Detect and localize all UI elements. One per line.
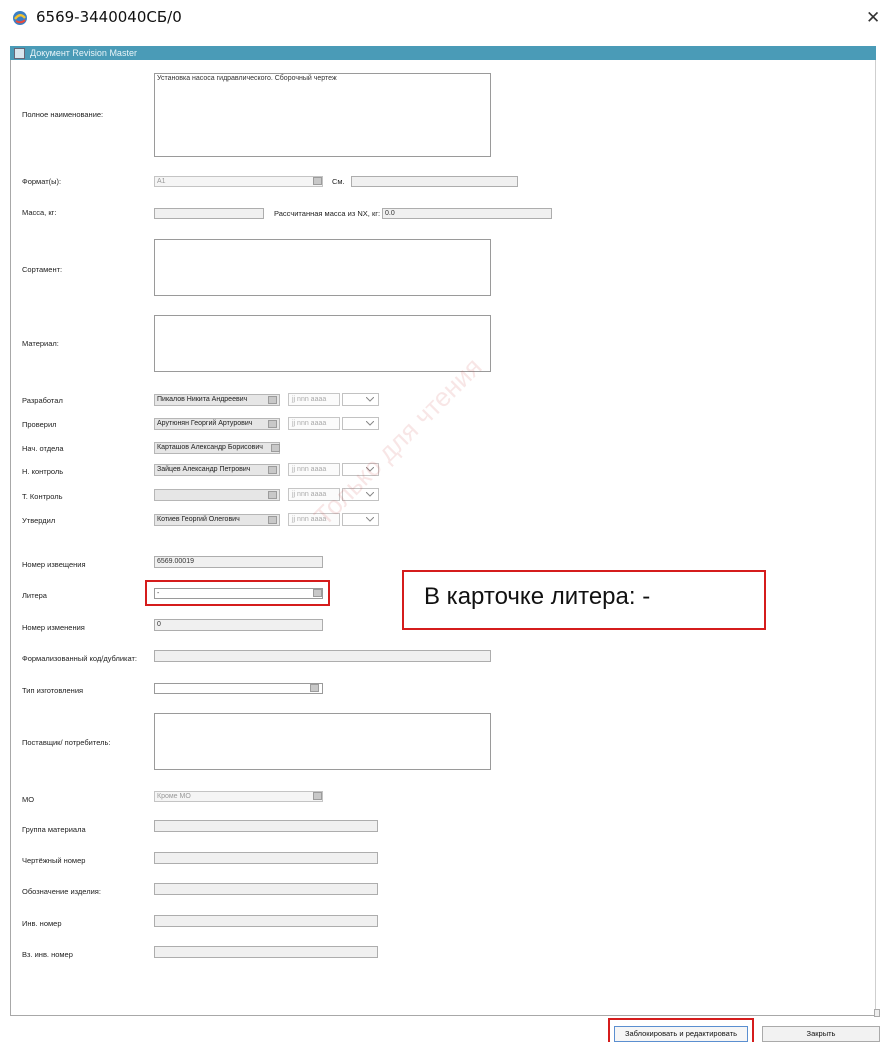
- vz-inv-number-field[interactable]: [154, 946, 378, 958]
- manufacture-type-dropdown-icon[interactable]: [310, 684, 319, 692]
- callout-text: В карточке литера: -: [424, 583, 651, 610]
- signature-name-field[interactable]: [154, 489, 280, 501]
- signature-name: Арутюнян Георгий Артурович: [157, 420, 253, 427]
- supplier-field[interactable]: [154, 713, 491, 770]
- material-group-field[interactable]: [154, 820, 378, 832]
- material-label: Материал:: [22, 339, 59, 348]
- see-field[interactable]: [351, 176, 518, 187]
- notice-number-field[interactable]: 6569.00019: [154, 556, 323, 568]
- drawing-number-label: Чертёжный номер: [22, 856, 86, 865]
- signature-name-field[interactable]: Зайцев Александр Петрович: [154, 464, 280, 476]
- document-header-label: Документ Revision Master: [30, 48, 137, 58]
- signature-date-field[interactable]: jj nnn aaaa: [288, 463, 340, 476]
- frame-left-border: [10, 60, 11, 1015]
- close-button[interactable]: Закрыть: [762, 1026, 880, 1042]
- formal-code-label: Формализованный код/дубликат:: [22, 654, 138, 663]
- lock-button-highlight: [608, 1018, 754, 1042]
- mass-field[interactable]: [154, 208, 264, 219]
- manufacture-type-select[interactable]: [154, 683, 323, 694]
- supplier-label: Поставщик/ потребитель:: [22, 738, 111, 747]
- product-designation-field[interactable]: [154, 883, 378, 895]
- window-title: 6569-3440040СБ/0: [36, 8, 182, 26]
- format-value: А1: [157, 178, 166, 185]
- signature-name-field[interactable]: Пикалов Никита Андреевич: [154, 394, 280, 406]
- close-icon[interactable]: ✕: [866, 9, 880, 26]
- signature-name: Пикалов Никита Андреевич: [157, 396, 248, 403]
- format-label: Формат(ы):: [22, 177, 62, 186]
- signature-date-field[interactable]: jj nnn aaaa: [288, 417, 340, 430]
- mo-dropdown-icon[interactable]: [313, 792, 322, 800]
- mo-value: Кроме МО: [157, 793, 191, 800]
- signature-name: Карташов Александр Борисович: [157, 444, 263, 451]
- signature-label: Т. Контроль: [22, 492, 63, 501]
- drawing-number-field[interactable]: [154, 852, 378, 864]
- sortament-field[interactable]: [154, 239, 491, 296]
- signature-name: Зайцев Александр Петрович: [157, 466, 251, 473]
- signature-name-field[interactable]: Карташов Александр Борисович: [154, 442, 280, 454]
- chevron-down-icon: [366, 421, 374, 426]
- read-only-watermark: Только для чтения: [308, 351, 488, 532]
- calc-mass-field[interactable]: 0.0: [382, 208, 552, 219]
- signature-label: Разработал: [22, 396, 63, 405]
- chevron-down-icon: [366, 397, 374, 402]
- frame-bottom-border: [10, 1015, 876, 1016]
- formal-code-field[interactable]: [154, 650, 491, 662]
- mo-select[interactable]: Кроме МО: [154, 791, 323, 802]
- sortament-label: Сортамент:: [22, 265, 63, 274]
- material-group-label: Группа материала: [22, 825, 86, 834]
- signature-label: Нач. отдела: [22, 444, 64, 453]
- signature-name-field[interactable]: Арутюнян Георгий Артурович: [154, 418, 280, 430]
- person-picker-icon[interactable]: [268, 491, 277, 499]
- material-field[interactable]: [154, 315, 491, 372]
- person-picker-icon[interactable]: [268, 466, 277, 474]
- frame-right-border: [875, 60, 876, 1010]
- see-label: См.: [332, 177, 345, 186]
- inv-number-label: Инв. номер: [22, 919, 62, 928]
- format-dropdown-icon[interactable]: [313, 177, 322, 185]
- product-designation-label: Обозначение изделия:: [22, 887, 101, 896]
- document-icon: [14, 48, 25, 59]
- full-name-label: Полное наименование:: [22, 110, 104, 119]
- change-number-label: Номер изменения: [22, 623, 85, 632]
- person-picker-icon[interactable]: [268, 516, 277, 524]
- person-picker-icon[interactable]: [271, 444, 280, 452]
- chevron-down-icon: [366, 517, 374, 522]
- mo-label: МО: [22, 795, 35, 804]
- signature-name-field[interactable]: Котиев Георгий Олегович: [154, 514, 280, 526]
- signature-label: Проверил: [22, 420, 57, 429]
- mass-label: Масса, кг:: [22, 208, 57, 217]
- signature-date-field[interactable]: jj nnn aaaa: [288, 393, 340, 406]
- format-select[interactable]: А1: [154, 176, 323, 187]
- document-header-bar: [10, 46, 876, 60]
- notice-number-label: Номер извещения: [22, 560, 86, 569]
- vz-inv-number-label: Вз. инв. номер: [22, 950, 73, 959]
- change-number-field[interactable]: 0: [154, 619, 323, 631]
- signature-date-dropdown[interactable]: [342, 513, 379, 526]
- inv-number-field[interactable]: [154, 915, 378, 927]
- litera-label: Литера: [22, 591, 47, 600]
- signature-date-dropdown[interactable]: [342, 417, 379, 430]
- scrollbar-arrow[interactable]: [874, 1009, 880, 1017]
- app-swirl-icon: [12, 10, 28, 26]
- signature-name: Котиев Георгий Олегович: [157, 516, 240, 523]
- full-name-field[interactable]: Установка насоса гидравлического. Сбороч…: [154, 73, 491, 157]
- signature-date-dropdown[interactable]: [342, 393, 379, 406]
- signature-label: Утвердил: [22, 516, 56, 525]
- calc-mass-label: Рассчитанная масса из NX, кг:: [274, 209, 381, 218]
- person-picker-icon[interactable]: [268, 420, 277, 428]
- person-picker-icon[interactable]: [268, 396, 277, 404]
- signature-label: Н. контроль: [22, 467, 64, 476]
- litera-highlight-box: [145, 580, 330, 606]
- manufacture-type-label: Тип изготовления: [22, 686, 84, 695]
